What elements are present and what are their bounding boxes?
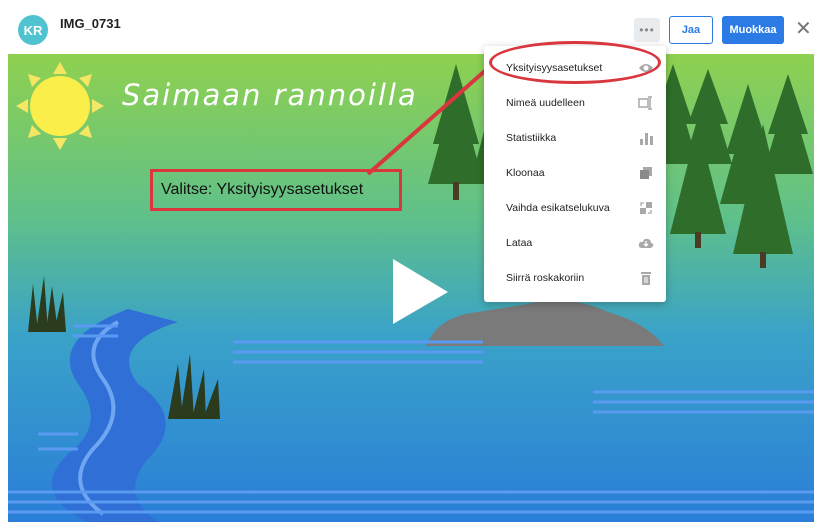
menu-item-change-thumbnail[interactable]: Vaihda esikatselukuva: [484, 190, 666, 225]
menu-item-statistics[interactable]: Statistiikka: [484, 120, 666, 155]
menu-item-label: Vaihda esikatselukuva: [506, 201, 610, 214]
scene-title: Saimaan rannoilla: [122, 78, 418, 112]
trash-icon: [638, 270, 654, 286]
annotation-text: Valitse: Yksityisyysasetukset: [161, 181, 364, 198]
rename-icon: [638, 95, 654, 111]
bar-chart-icon: [638, 130, 654, 146]
menu-item-download[interactable]: Lataa: [484, 225, 666, 260]
annotation-highlight: [489, 41, 661, 84]
more-options-menu: Yksityisyysasetukset Nimeä uudelleen Sta…: [484, 46, 666, 302]
menu-item-label: Kloonaa: [506, 166, 545, 179]
menu-item-label: Lataa: [506, 236, 533, 249]
menu-item-label: Nimeä uudelleen: [506, 96, 585, 109]
menu-item-clone[interactable]: Kloonaa: [484, 155, 666, 190]
menu-item-label: Statistiikka: [506, 131, 557, 144]
header: KR IMG_0731 ••• Jaa Muokkaa ✕: [0, 0, 814, 54]
scene-illustration: [8, 54, 814, 522]
menu-item-move-to-trash[interactable]: Siirrä roskakoriin: [484, 260, 666, 295]
more-options-button[interactable]: •••: [634, 18, 660, 42]
edit-button[interactable]: Muokkaa: [722, 16, 784, 44]
file-title: IMG_0731: [60, 16, 121, 31]
menu-item-rename[interactable]: Nimeä uudelleen: [484, 85, 666, 120]
share-button[interactable]: Jaa: [669, 16, 713, 44]
cloud-download-icon: [638, 235, 654, 251]
menu-item-label: Siirrä roskakoriin: [506, 271, 585, 284]
swap-thumbnail-icon: [638, 200, 654, 216]
avatar[interactable]: KR: [18, 15, 48, 45]
annotation-box: Valitse: Yksityisyysasetukset: [150, 169, 402, 211]
close-icon[interactable]: ✕: [795, 18, 812, 40]
clone-icon: [638, 165, 654, 181]
video-preview[interactable]: Saimaan rannoilla: [8, 54, 814, 522]
